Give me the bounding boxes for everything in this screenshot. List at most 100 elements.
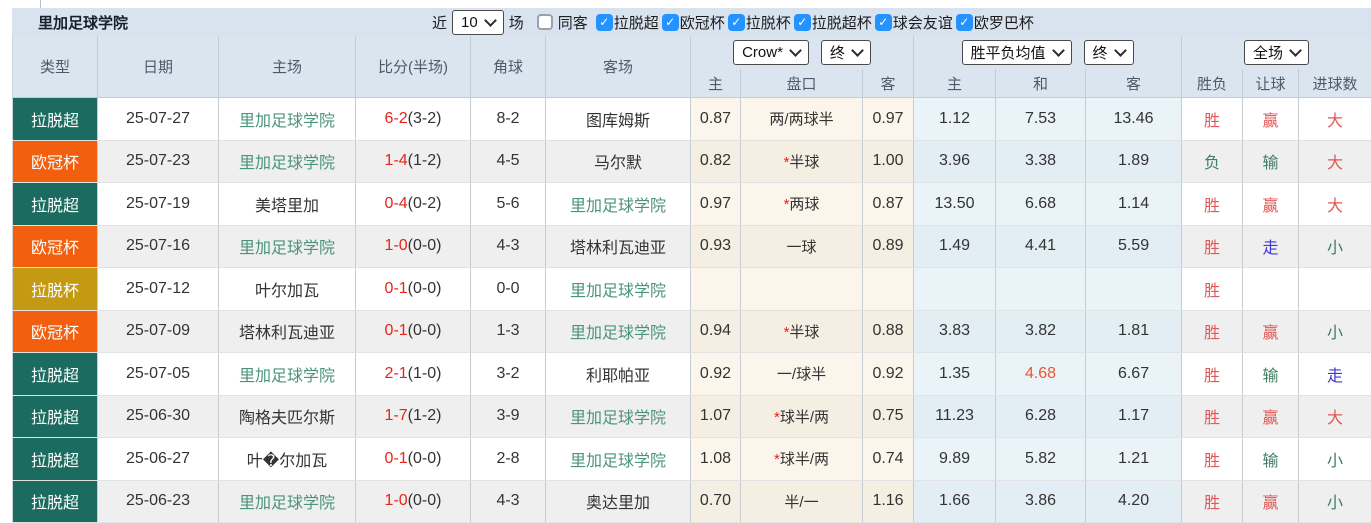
score-cell: 1-0(0-0) xyxy=(356,480,471,523)
avg-home-cell xyxy=(914,268,996,311)
recent-count-select[interactable]: 10 xyxy=(452,10,504,35)
league-filter[interactable]: ✓ 欧冠杯 xyxy=(662,12,725,33)
avg-home-cell: 1.66 xyxy=(914,480,996,523)
checkbox-checked-icon[interactable]: ✓ xyxy=(728,14,745,31)
avg-home-cell: 1.35 xyxy=(914,353,996,396)
league-filter-label: 欧冠杯 xyxy=(680,12,725,33)
avg-home-cell: 13.50 xyxy=(914,183,996,226)
result-goals-cell: 小 xyxy=(1299,480,1371,523)
check-icon: ✓ xyxy=(665,16,675,28)
away-team-cell: 图库姆斯 xyxy=(546,98,691,141)
league-filter[interactable]: ✓ 球会友谊 xyxy=(875,12,953,33)
handicap-text: 球半/两 xyxy=(780,409,829,426)
league-filter-label: 欧罗巴杯 xyxy=(974,12,1034,33)
check-icon: ✓ xyxy=(731,16,741,28)
handicap-text: 半球 xyxy=(789,154,819,171)
result-handicap-cell: 赢 xyxy=(1243,480,1299,523)
same-opponent-checkbox[interactable] xyxy=(537,14,553,30)
handicap-cell: 一球 xyxy=(741,225,863,268)
odds-time-select[interactable]: 终 xyxy=(821,40,871,65)
league-filter[interactable]: ✓ 欧罗巴杯 xyxy=(956,12,1034,33)
checkbox-checked-icon[interactable]: ✓ xyxy=(875,14,892,31)
table-row: 拉脱超 25-06-23 里加足球学院 1-0(0-0) 4-3 奥达里加 0.… xyxy=(13,480,1371,523)
result-goals-cell: 大 xyxy=(1299,395,1371,438)
handicap-text: 半球 xyxy=(789,324,819,341)
avg-away-cell: 1.17 xyxy=(1086,395,1182,438)
odds-home-cell xyxy=(691,268,741,311)
league-filter[interactable]: ✓ 拉脱超 xyxy=(596,12,659,33)
date-cell: 25-07-05 xyxy=(98,353,219,396)
competition-badge: 拉脱超 xyxy=(13,353,97,395)
corner-cell: 4-5 xyxy=(471,140,546,183)
avg-time-select[interactable]: 终 xyxy=(1084,40,1134,65)
recent-count-value: 10 xyxy=(461,14,478,31)
result-wdl-cell: 胜 xyxy=(1182,310,1243,353)
avg-away-cell: 4.20 xyxy=(1086,480,1182,523)
home-team-cell: 里加足球学院 xyxy=(219,98,356,141)
subheader-avg-draw: 和 xyxy=(996,69,1086,98)
scope-value: 全场 xyxy=(1253,42,1283,63)
checkbox-checked-icon[interactable]: ✓ xyxy=(596,14,613,31)
score-cell: 1-0(0-0) xyxy=(356,225,471,268)
check-icon: ✓ xyxy=(599,16,609,28)
date-cell: 25-07-19 xyxy=(98,183,219,226)
halftime-score: (0-0) xyxy=(408,237,442,254)
date-cell: 25-07-23 xyxy=(98,140,219,183)
handicap-cell: *半球 xyxy=(741,310,863,353)
checkbox-checked-icon[interactable]: ✓ xyxy=(956,14,973,31)
filter-controls: 近 10 场 同客 ✓ 拉脱超 ✓ 欧冠杯 ✓ 拉脱杯 ✓ 拉脱超杯 ✓ xyxy=(432,8,1034,36)
result-goals-cell xyxy=(1299,268,1371,311)
result-goals-cell: 大 xyxy=(1299,140,1371,183)
fulltime-score: 1-4 xyxy=(385,152,408,169)
check-icon: ✓ xyxy=(797,16,807,28)
header-corner: 角球 xyxy=(471,36,546,98)
competition-badge: 拉脱杯 xyxy=(13,268,97,310)
handicap-text: 一/球半 xyxy=(777,366,826,383)
competition-badge: 欧冠杯 xyxy=(13,141,97,183)
away-team-cell: 里加足球学院 xyxy=(546,438,691,481)
chevron-down-icon xyxy=(484,14,497,27)
date-cell: 25-07-09 xyxy=(98,310,219,353)
result-handicap-cell: 输 xyxy=(1243,353,1299,396)
result-goals-cell: 小 xyxy=(1299,438,1371,481)
avg-draw-cell: 6.28 xyxy=(996,395,1086,438)
avg-away-cell xyxy=(1086,268,1182,311)
home-team-cell: 里加足球学院 xyxy=(219,225,356,268)
result-handicap-cell: 赢 xyxy=(1243,310,1299,353)
corner-cell: 3-9 xyxy=(471,395,546,438)
avg-draw-cell: 7.53 xyxy=(996,98,1086,141)
matches-table: 类型 日期 主场 比分(半场) 角球 客场 Crow* 终 xyxy=(12,36,1371,523)
home-team-cell: 陶格夫匹尔斯 xyxy=(219,395,356,438)
table-row: 拉脱超 25-07-19 美塔里加 0-4(0-2) 5-6 里加足球学院 0.… xyxy=(13,183,1371,226)
handicap-cell: *球半/两 xyxy=(741,438,863,481)
league-filter[interactable]: ✓ 拉脱超杯 xyxy=(794,12,872,33)
competition-badge: 拉脱超 xyxy=(13,183,97,225)
top-margin-strip xyxy=(0,0,1371,8)
competition-cell: 拉脱超 xyxy=(13,98,98,141)
avg-type-select[interactable]: 胜平负均值 xyxy=(962,40,1072,65)
handicap-text: 两/两球半 xyxy=(769,111,833,128)
title-bar: 里加足球学院 近 10 场 同客 ✓ 拉脱超 ✓ 欧冠杯 ✓ 拉脱杯 ✓ 拉脱超… xyxy=(12,8,1371,36)
fulltime-score: 0-1 xyxy=(385,322,408,339)
result-goals-cell: 小 xyxy=(1299,310,1371,353)
checkbox-checked-icon[interactable]: ✓ xyxy=(662,14,679,31)
table-row: 欧冠杯 25-07-16 里加足球学院 1-0(0-0) 4-3 塔林利瓦迪亚 … xyxy=(13,225,1371,268)
competition-badge: 拉脱超 xyxy=(13,438,97,480)
league-filter-label: 球会友谊 xyxy=(893,12,953,33)
score-cell: 0-1(0-0) xyxy=(356,268,471,311)
halftime-score: (0-0) xyxy=(408,280,442,297)
avg-home-cell: 9.89 xyxy=(914,438,996,481)
league-filter[interactable]: ✓ 拉脱杯 xyxy=(728,12,791,33)
checkbox-checked-icon[interactable]: ✓ xyxy=(794,14,811,31)
avg-draw-cell xyxy=(996,268,1086,311)
scope-select[interactable]: 全场 xyxy=(1244,40,1309,65)
competition-cell: 拉脱超 xyxy=(13,438,98,481)
avg-home-cell: 1.12 xyxy=(914,98,996,141)
result-wdl-cell: 胜 xyxy=(1182,438,1243,481)
odds-provider-select[interactable]: Crow* xyxy=(733,40,809,65)
league-filter-label: 拉脱超 xyxy=(614,12,659,33)
result-goals-cell: 大 xyxy=(1299,98,1371,141)
fulltime-score: 1-0 xyxy=(385,237,408,254)
away-team-cell: 奥达里加 xyxy=(546,480,691,523)
competition-cell: 拉脱杯 xyxy=(13,268,98,311)
